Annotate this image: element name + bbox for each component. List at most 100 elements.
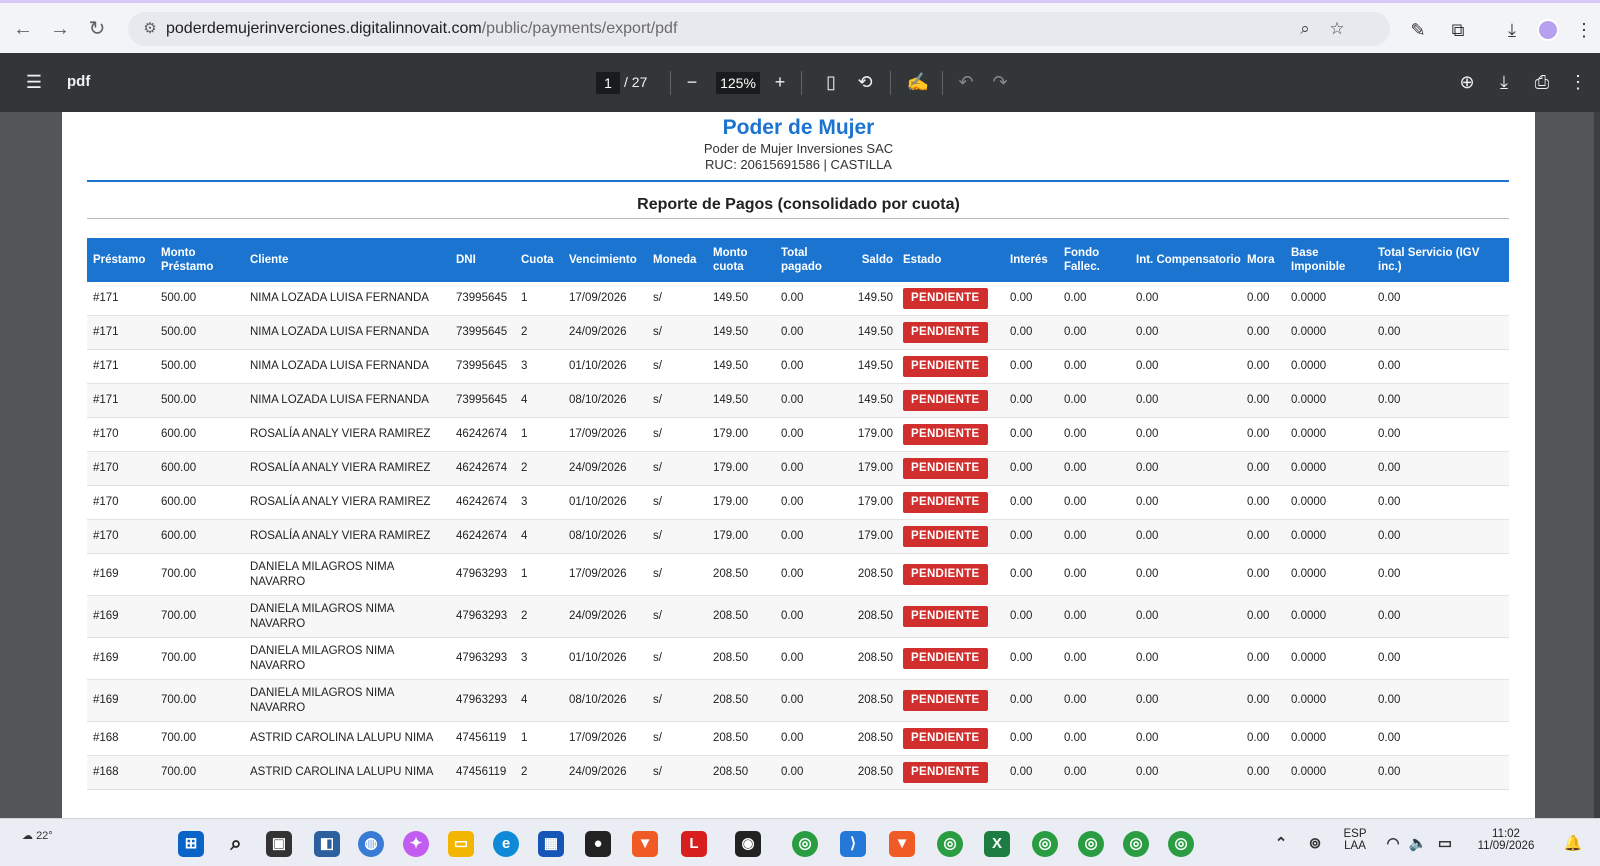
status-badge: PENDIENTE bbox=[903, 606, 988, 627]
address-bar[interactable]: ⚙ poderdemujerinverciones.digitalinnovai… bbox=[128, 12, 1390, 46]
cell-installment: 1 bbox=[521, 292, 528, 304]
cell-installment-amount: 179.00 bbox=[713, 428, 749, 440]
cell-balance: 208.50 bbox=[857, 694, 893, 706]
extensions-puzzle-icon[interactable]: ⧉ bbox=[1446, 18, 1470, 42]
back-icon[interactable]: ← bbox=[10, 16, 36, 42]
volume-muted-icon[interactable]: 🔈 bbox=[1405, 831, 1431, 857]
pdf-viewer[interactable]: Poder de Mujer Poder de Mujer Inversione… bbox=[0, 112, 1600, 818]
copilot-icon[interactable]: ✦ bbox=[403, 831, 429, 857]
status-badge: PENDIENTE bbox=[903, 322, 988, 343]
more-actions-icon[interactable]: ⋮ bbox=[1566, 70, 1590, 94]
cell-total-paid: 0.00 bbox=[781, 610, 804, 622]
cell-client: NIMA LOZADA LUISA FERNANDA bbox=[250, 326, 429, 338]
taskbar: ☁ 22° ⊞ ⌕ ▣ ◧ ◍ ✦ ▭ e ▦ ● ▼ L ◉ ◎ ⟩ ▼ ◎ … bbox=[0, 818, 1600, 866]
cell-currency: s/ bbox=[653, 326, 662, 338]
zoom-level-input[interactable]: 125% bbox=[716, 72, 760, 94]
reload-icon[interactable]: ↻ bbox=[84, 16, 110, 42]
chrome-icon-6[interactable]: ◎ bbox=[1168, 831, 1194, 857]
chrome-icon-3[interactable]: ◎ bbox=[1032, 831, 1058, 857]
cell-late-fee: 0.00 bbox=[1247, 732, 1270, 744]
add-text-icon[interactable]: ⊕ bbox=[1455, 70, 1479, 94]
zoom-icon[interactable]: ⌕ bbox=[1294, 18, 1316, 40]
cell-due-date: 17/09/2026 bbox=[569, 568, 627, 580]
cell-loan: #171 bbox=[93, 394, 119, 406]
globe-app-icon[interactable]: ◍ bbox=[358, 831, 384, 857]
cell-taxable-base: 0.0000 bbox=[1291, 360, 1327, 372]
brave-icon-2[interactable]: ▼ bbox=[889, 831, 915, 857]
clock[interactable]: 11:02 11/09/2026 bbox=[1466, 828, 1546, 852]
url-text[interactable]: poderdemujerinverciones.digitalinnovait.… bbox=[166, 20, 677, 38]
cell-death-fund: 0.00 bbox=[1064, 610, 1087, 622]
cell-service-total: 0.00 bbox=[1378, 326, 1401, 338]
table-row: #171 500.00 NIMA LOZADA LUISA FERNANDA 7399… bbox=[87, 350, 1509, 384]
cell-currency: s/ bbox=[653, 292, 662, 304]
chevron-up-icon[interactable]: ⌃ bbox=[1268, 831, 1294, 857]
print-icon[interactable]: ⎙ bbox=[1530, 70, 1554, 94]
battery-icon[interactable]: ▭ bbox=[1432, 831, 1458, 857]
bookmark-star-icon[interactable]: ☆ bbox=[1326, 18, 1348, 40]
chrome-icon-2[interactable]: ◎ bbox=[937, 831, 963, 857]
menu-kebab-icon[interactable]: ⋮ bbox=[1572, 18, 1596, 42]
cell-loan-amount: 600.00 bbox=[161, 428, 197, 440]
store-icon[interactable]: ▦ bbox=[538, 831, 564, 857]
notification-bell-icon[interactable]: 🔔 bbox=[1560, 831, 1586, 857]
wifi-icon[interactable]: ◠ bbox=[1380, 831, 1406, 857]
nvidia-icon[interactable]: ◉ bbox=[735, 831, 761, 857]
task-view-icon[interactable]: ▣ bbox=[266, 831, 292, 857]
excel-icon[interactable]: X bbox=[984, 831, 1010, 857]
redo-icon[interactable]: ↷ bbox=[988, 70, 1012, 94]
chrome-icon-5[interactable]: ◎ bbox=[1123, 831, 1149, 857]
forward-icon[interactable]: → bbox=[47, 16, 73, 42]
zoom-in-icon[interactable]: + bbox=[768, 70, 792, 94]
column-header-late-fee: Mora bbox=[1247, 254, 1275, 266]
profile-avatar[interactable] bbox=[1537, 19, 1559, 41]
l-app-icon[interactable]: L bbox=[681, 831, 707, 857]
column-header-loan: Préstamo bbox=[93, 254, 146, 266]
cell-installment: 2 bbox=[521, 766, 528, 778]
fit-page-icon[interactable]: ▯ bbox=[819, 70, 843, 94]
site-info-icon[interactable]: ⚙ bbox=[140, 19, 160, 39]
chrome-icon[interactable]: ◎ bbox=[792, 831, 818, 857]
cell-loan: #171 bbox=[93, 292, 119, 304]
file-explorer-icon[interactable]: ▭ bbox=[448, 831, 474, 857]
cell-installment-amount: 149.50 bbox=[713, 292, 749, 304]
page-number-input[interactable]: 1 bbox=[596, 72, 620, 94]
brave-icon[interactable]: ▼ bbox=[632, 831, 658, 857]
cell-interest: 0.00 bbox=[1010, 326, 1033, 338]
cell-balance: 208.50 bbox=[857, 568, 893, 580]
cell-death-fund: 0.00 bbox=[1064, 766, 1087, 778]
cell-installment-amount: 208.50 bbox=[713, 766, 749, 778]
cell-balance: 179.00 bbox=[857, 496, 893, 508]
cell-currency: s/ bbox=[653, 462, 662, 474]
cell-compensatory-interest: 0.00 bbox=[1136, 292, 1159, 304]
scrollbar[interactable] bbox=[1594, 112, 1600, 818]
language-indicator[interactable]: ESP LAA bbox=[1340, 828, 1370, 852]
rotate-icon[interactable]: ⟲ bbox=[853, 70, 877, 94]
app-icon[interactable]: ◧ bbox=[314, 831, 340, 857]
cell-balance: 149.50 bbox=[857, 292, 893, 304]
start-icon[interactable]: ⊞ bbox=[178, 831, 204, 857]
vscode-icon[interactable]: ⟩ bbox=[840, 831, 866, 857]
chrome-icon-4[interactable]: ◎ bbox=[1078, 831, 1104, 857]
cell-total-paid: 0.00 bbox=[781, 428, 804, 440]
cell-balance: 208.50 bbox=[857, 610, 893, 622]
url-domain: poderdemujerinverciones.digitalinnovait.… bbox=[166, 20, 482, 37]
hamburger-menu-icon[interactable]: ☰ bbox=[22, 70, 46, 94]
cell-balance: 149.50 bbox=[857, 394, 893, 406]
edge-icon[interactable]: e bbox=[493, 831, 519, 857]
recorder-icon[interactable]: ● bbox=[585, 831, 611, 857]
extension-icon[interactable]: ✎ bbox=[1406, 18, 1430, 42]
annotate-pen-icon[interactable]: ✍ bbox=[906, 70, 930, 94]
weather-widget[interactable]: ☁ 22° bbox=[22, 829, 53, 842]
cell-interest: 0.00 bbox=[1010, 568, 1033, 580]
cell-service-total: 0.00 bbox=[1378, 732, 1401, 744]
cell-total-paid: 0.00 bbox=[781, 292, 804, 304]
search-icon[interactable]: ⌕ bbox=[223, 831, 249, 857]
cell-due-date: 24/09/2026 bbox=[569, 610, 627, 622]
pdf-download-icon[interactable]: ⤓ bbox=[1492, 70, 1516, 94]
zoom-out-icon[interactable]: − bbox=[680, 70, 704, 94]
tray-app-icon[interactable]: ⊚ bbox=[1302, 831, 1328, 857]
status-cell: PENDIENTE bbox=[903, 452, 1003, 485]
download-icon[interactable]: ⤓ bbox=[1500, 18, 1524, 42]
undo-icon[interactable]: ↶ bbox=[954, 70, 978, 94]
